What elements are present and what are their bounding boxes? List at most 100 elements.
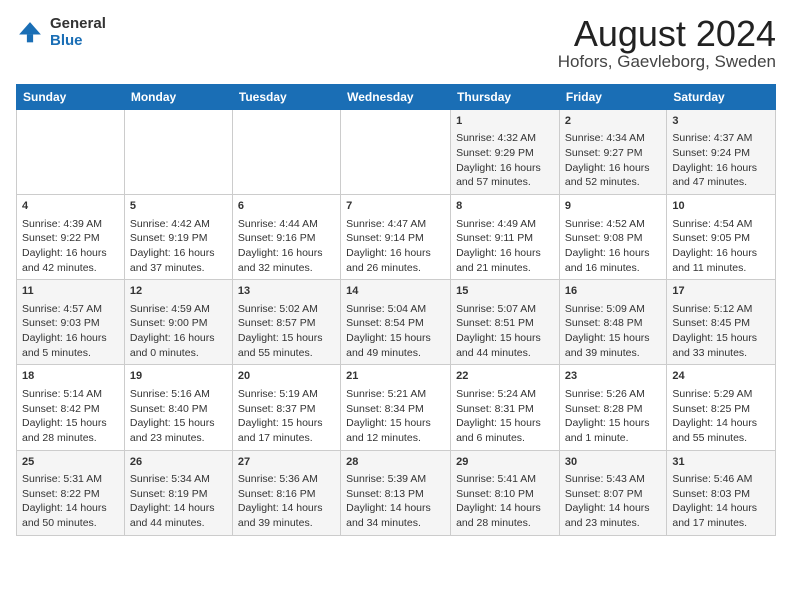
day-info: Sunset: 8:48 PM <box>565 316 661 331</box>
header-day-monday: Monday <box>124 85 232 110</box>
day-info: Sunset: 8:10 PM <box>456 487 554 502</box>
day-number: 19 <box>130 369 227 384</box>
day-info: Sunrise: 5:46 AM <box>672 472 770 487</box>
day-info: Sunrise: 5:39 AM <box>346 472 445 487</box>
day-number: 26 <box>130 455 227 470</box>
day-info: Sunset: 8:25 PM <box>672 402 770 417</box>
calendar-cell: 20Sunrise: 5:19 AMSunset: 8:37 PMDayligh… <box>232 365 340 450</box>
day-info: Sunset: 8:42 PM <box>22 402 119 417</box>
calendar-cell: 23Sunrise: 5:26 AMSunset: 8:28 PMDayligh… <box>559 365 666 450</box>
day-info: Sunset: 8:13 PM <box>346 487 445 502</box>
day-info: Sunrise: 4:52 AM <box>565 217 661 232</box>
calendar-cell: 31Sunrise: 5:46 AMSunset: 8:03 PMDayligh… <box>667 450 776 535</box>
day-number: 4 <box>22 199 119 214</box>
day-number: 18 <box>22 369 119 384</box>
day-info: Daylight: 16 hours and 26 minutes. <box>346 246 445 275</box>
day-info: Daylight: 15 hours and 12 minutes. <box>346 416 445 445</box>
day-number: 28 <box>346 455 445 470</box>
day-info: Sunset: 8:03 PM <box>672 487 770 502</box>
header-day-tuesday: Tuesday <box>232 85 340 110</box>
day-info: Daylight: 15 hours and 17 minutes. <box>238 416 335 445</box>
day-info: Sunrise: 5:41 AM <box>456 472 554 487</box>
day-info: Daylight: 16 hours and 5 minutes. <box>22 331 119 360</box>
day-info: Sunset: 8:57 PM <box>238 316 335 331</box>
day-number: 20 <box>238 369 335 384</box>
calendar-cell: 11Sunrise: 4:57 AMSunset: 9:03 PMDayligh… <box>17 280 125 365</box>
day-info: Sunrise: 5:16 AM <box>130 387 227 402</box>
day-info: Sunrise: 5:04 AM <box>346 302 445 317</box>
day-info: Sunset: 8:19 PM <box>130 487 227 502</box>
day-info: Sunrise: 5:07 AM <box>456 302 554 317</box>
header-row: SundayMondayTuesdayWednesdayThursdayFrid… <box>17 85 776 110</box>
day-info: Sunrise: 4:42 AM <box>130 217 227 232</box>
calendar-cell: 1Sunrise: 4:32 AMSunset: 9:29 PMDaylight… <box>451 110 560 195</box>
day-info: Daylight: 16 hours and 0 minutes. <box>130 331 227 360</box>
day-info: Daylight: 15 hours and 1 minute. <box>565 416 661 445</box>
day-info: Daylight: 14 hours and 55 minutes. <box>672 416 770 445</box>
calendar-cell: 26 Sunrise: 5:34 AMSunset: 8:19 PMDayligh… <box>124 450 232 535</box>
day-info: Sunset: 9:05 PM <box>672 231 770 246</box>
day-info: Sunrise: 5:29 AM <box>672 387 770 402</box>
calendar-cell: 12Sunrise: 4:59 AMSunset: 9:00 PMDayligh… <box>124 280 232 365</box>
day-info: Daylight: 15 hours and 23 minutes. <box>130 416 227 445</box>
calendar-cell: 27Sunrise: 5:36 AMSunset: 8:16 PMDayligh… <box>232 450 340 535</box>
day-number: 17 <box>672 284 770 299</box>
logo: General Blue <box>16 16 106 49</box>
calendar-cell: 22Sunrise: 5:24 AMSunset: 8:31 PMDayligh… <box>451 365 560 450</box>
day-info: Sunset: 9:29 PM <box>456 146 554 161</box>
day-info: Sunrise: 5:43 AM <box>565 472 661 487</box>
day-info: Sunset: 9:11 PM <box>456 231 554 246</box>
calendar-cell: 29Sunrise: 5:41 AMSunset: 8:10 PMDayligh… <box>451 450 560 535</box>
day-info: Daylight: 16 hours and 42 minutes. <box>22 246 119 275</box>
header-day-sunday: Sunday <box>17 85 125 110</box>
day-info: Sunrise: 5:14 AM <box>22 387 119 402</box>
day-number: 22 <box>456 369 554 384</box>
day-info: Sunset: 8:40 PM <box>130 402 227 417</box>
day-info: Sunrise: 5:26 AM <box>565 387 661 402</box>
day-info: Sunrise: 4:54 AM <box>672 217 770 232</box>
logo-text: General Blue <box>50 16 106 49</box>
title-block: August 2024 Hofors, Gaevleborg, Sweden <box>558 16 776 72</box>
calendar-cell <box>124 110 232 195</box>
calendar-cell: 28Sunrise: 5:39 AMSunset: 8:13 PMDayligh… <box>341 450 451 535</box>
day-info: Daylight: 14 hours and 39 minutes. <box>238 501 335 530</box>
calendar-title: August 2024 <box>558 16 776 52</box>
day-number: 27 <box>238 455 335 470</box>
day-info: Sunset: 8:54 PM <box>346 316 445 331</box>
calendar-cell: 13Sunrise: 5:02 AMSunset: 8:57 PMDayligh… <box>232 280 340 365</box>
day-info: Sunrise: 4:34 AM <box>565 131 661 146</box>
day-info: Sunrise: 5:36 AM <box>238 472 335 487</box>
day-number: 9 <box>565 199 661 214</box>
header-day-friday: Friday <box>559 85 666 110</box>
calendar-body: 1Sunrise: 4:32 AMSunset: 9:29 PMDaylight… <box>17 110 776 536</box>
calendar-cell: 2Sunrise: 4:34 AMSunset: 9:27 PMDaylight… <box>559 110 666 195</box>
day-info: Sunrise: 4:57 AM <box>22 302 119 317</box>
logo-line1: General <box>50 16 106 33</box>
day-info: Daylight: 14 hours and 44 minutes. <box>130 501 227 530</box>
day-info: Sunset: 8:37 PM <box>238 402 335 417</box>
logo-line2: Blue <box>50 33 106 50</box>
calendar-cell: 8Sunrise: 4:49 AMSunset: 9:11 PMDaylight… <box>451 195 560 280</box>
day-info: Sunrise: 4:44 AM <box>238 217 335 232</box>
calendar-cell: 14Sunrise: 5:04 AMSunset: 8:54 PMDayligh… <box>341 280 451 365</box>
calendar-subtitle: Hofors, Gaevleborg, Sweden <box>558 52 776 72</box>
day-info: Sunrise: 4:37 AM <box>672 131 770 146</box>
day-number: 14 <box>346 284 445 299</box>
day-info: Sunrise: 4:59 AM <box>130 302 227 317</box>
page-header: General Blue August 2024 Hofors, Gaevleb… <box>16 16 776 72</box>
day-number: 3 <box>672 114 770 129</box>
day-info: Daylight: 15 hours and 33 minutes. <box>672 331 770 360</box>
day-info: Daylight: 14 hours and 28 minutes. <box>456 501 554 530</box>
calendar-cell: 30Sunrise: 5:43 AMSunset: 8:07 PMDayligh… <box>559 450 666 535</box>
day-info: Daylight: 14 hours and 23 minutes. <box>565 501 661 530</box>
day-info: Sunrise: 4:39 AM <box>22 217 119 232</box>
day-info: Daylight: 16 hours and 21 minutes. <box>456 246 554 275</box>
day-number: 30 <box>565 455 661 470</box>
day-info: Daylight: 15 hours and 44 minutes. <box>456 331 554 360</box>
day-number: 25 <box>22 455 119 470</box>
day-info: Sunset: 9:16 PM <box>238 231 335 246</box>
day-info: Daylight: 16 hours and 37 minutes. <box>130 246 227 275</box>
day-number: 8 <box>456 199 554 214</box>
day-info: Daylight: 16 hours and 47 minutes. <box>672 161 770 190</box>
day-info: Sunrise: 5:34 AM <box>130 472 227 487</box>
